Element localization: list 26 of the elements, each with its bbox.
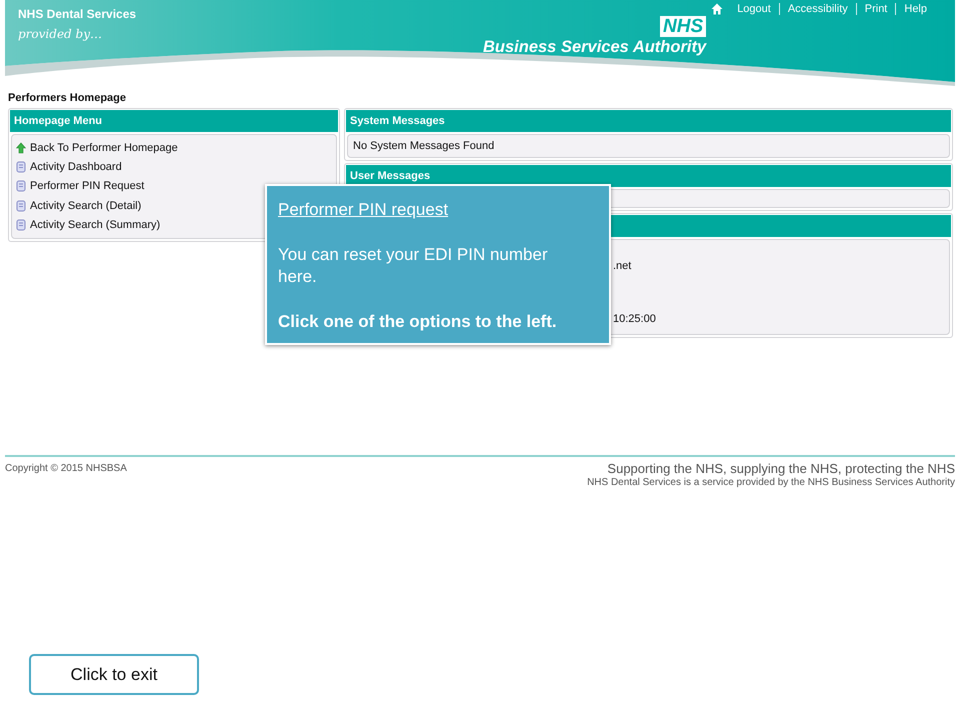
tooltip-text: You can reset your EDI PIN number here. xyxy=(278,244,549,288)
footer-note: NHS Dental Services is a service provided by the NHS Business Services Authority xyxy=(587,477,955,488)
slogan-text: Supporting the NHS, supplying the NHS, protecting the NHS xyxy=(607,461,955,476)
panel-header: User Messages xyxy=(346,165,951,187)
document-icon xyxy=(16,160,26,173)
panel-header: System Messages xyxy=(346,110,951,132)
site-name: NHS Dental Services xyxy=(18,7,136,21)
logo-mark: NHS xyxy=(660,16,706,37)
logo-text: Business Services Authority xyxy=(483,38,706,57)
menu-link[interactable]: Performer PIN Request xyxy=(16,176,332,196)
copyright-text: Copyright © 2015 NHSBSA xyxy=(5,463,127,476)
tooltip-instruction: Click one of the options to the left. xyxy=(278,311,558,333)
document-icon xyxy=(16,200,26,212)
up-arrow-icon xyxy=(16,142,26,154)
home-icon[interactable] xyxy=(711,3,724,15)
message-text: 10:25:00 xyxy=(613,313,656,325)
panel-header: Homepage Menu xyxy=(10,110,338,132)
menu-link[interactable]: Back To Performer Homepage xyxy=(16,138,332,158)
exit-button[interactable]: Click to exit xyxy=(29,654,199,695)
document-icon xyxy=(16,180,26,192)
document-icon xyxy=(16,218,26,231)
page-title: Performers Homepage xyxy=(8,92,127,104)
message-text: .net xyxy=(613,260,632,272)
menu-link[interactable]: Activity Dashboard xyxy=(16,157,332,177)
message-text: No System Messages Found xyxy=(352,139,496,154)
tagline: provided by… xyxy=(18,27,102,41)
